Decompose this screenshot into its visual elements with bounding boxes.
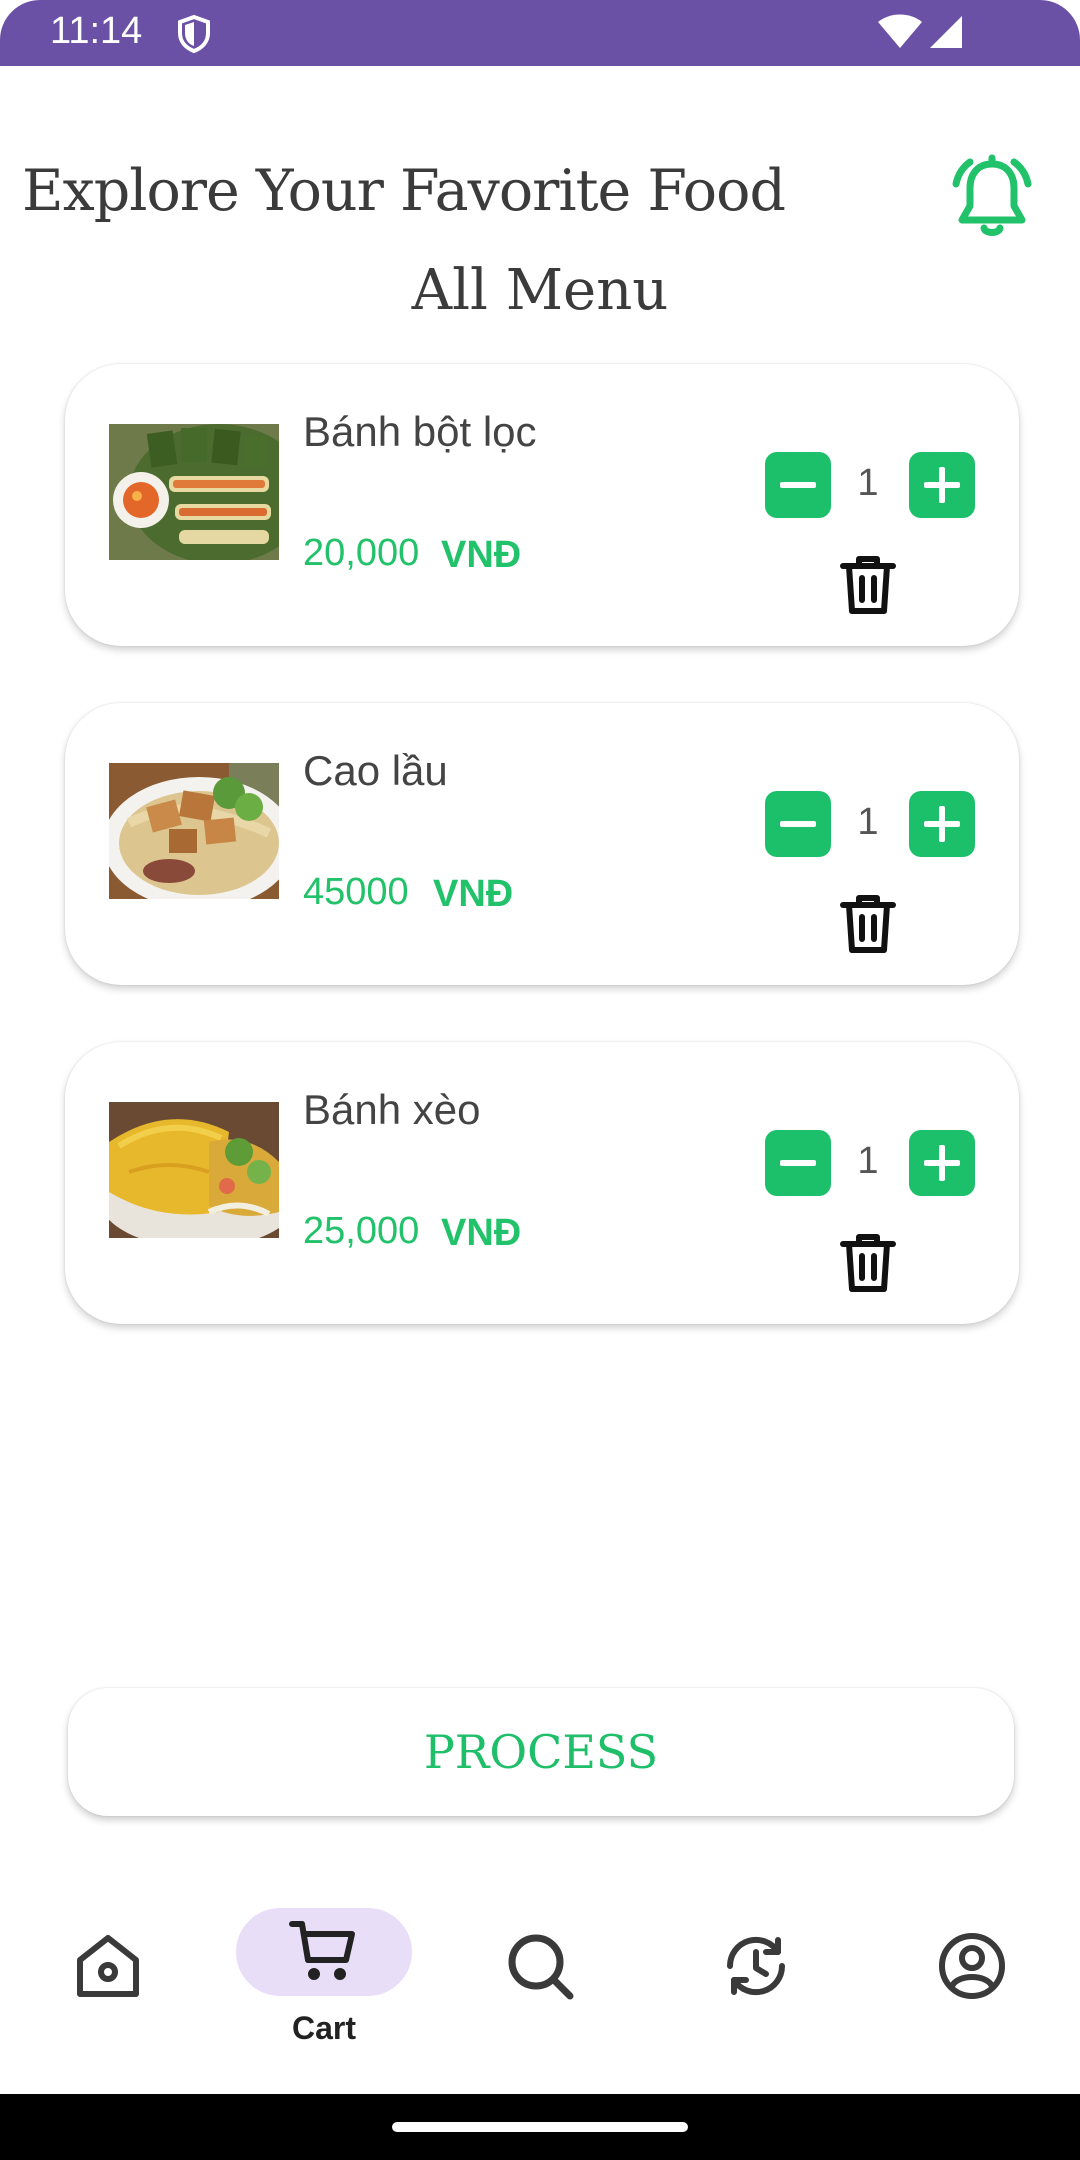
food-image: [109, 763, 279, 899]
food-name: Bánh bột lọc: [303, 408, 537, 455]
minus-icon: [780, 1160, 816, 1166]
food-price: 20,000: [303, 532, 420, 574]
nav-item-profile[interactable]: [924, 1910, 1020, 2020]
plus-icon: [924, 467, 960, 503]
cart-icon: [289, 1921, 355, 1980]
profile-icon: [939, 1933, 1005, 1999]
search-icon: [508, 1934, 574, 2000]
page-title: Explore Your Favorite Food: [22, 158, 786, 224]
process-button[interactable]: PROCESS: [68, 1688, 1014, 1816]
shield-icon: [178, 14, 210, 54]
minus-icon: [780, 821, 816, 827]
system-navigation-bar: [0, 2094, 1080, 2160]
section-title: All Menu: [411, 258, 669, 323]
wifi-icon: [878, 14, 922, 48]
history-icon: [726, 1936, 786, 1996]
increase-quantity-button[interactable]: [909, 1130, 975, 1196]
increase-quantity-button[interactable]: [909, 791, 975, 857]
nav-item-history[interactable]: [708, 1910, 804, 2020]
plus-icon: [924, 1145, 960, 1181]
quantity-value: 1: [857, 462, 879, 504]
food-image: [109, 1102, 279, 1238]
currency-label: VNĐ: [441, 534, 522, 576]
food-image: [109, 424, 279, 560]
minus-icon: [780, 482, 816, 488]
home-gesture-handle[interactable]: [392, 2122, 688, 2132]
decrease-quantity-button[interactable]: [765, 1130, 831, 1196]
quantity-value: 1: [857, 801, 879, 843]
home-icon: [77, 1935, 139, 1997]
status-time: 11:14: [50, 10, 143, 52]
currency-label: VNĐ: [441, 1212, 522, 1254]
cart-item-card: Cao lầu 45000 VNĐ 1: [65, 703, 1019, 985]
cart-item-card: Bánh bột lọc 20,000 VNĐ 1: [65, 364, 1019, 646]
food-price: 45000: [303, 871, 409, 913]
nav-item-search[interactable]: [492, 1910, 588, 2020]
status-bar: 11:14: [0, 0, 1080, 66]
bottom-navigation: Cart: [0, 1880, 1080, 2090]
trash-icon[interactable]: [839, 893, 897, 955]
food-price: 25,000: [303, 1210, 420, 1252]
currency-label: VNĐ: [433, 873, 514, 915]
quantity-value: 1: [857, 1140, 879, 1182]
decrease-quantity-button[interactable]: [765, 791, 831, 857]
decrease-quantity-button[interactable]: [765, 452, 831, 518]
plus-icon: [924, 806, 960, 842]
trash-icon[interactable]: [839, 1232, 897, 1294]
nav-item-home[interactable]: [60, 1910, 156, 2020]
signal-icon: [930, 16, 962, 48]
notification-bell-icon[interactable]: [944, 150, 1040, 246]
food-name: Bánh xèo: [303, 1086, 481, 1133]
cart-item-card: Bánh xèo 25,000 VNĐ 1: [65, 1042, 1019, 1324]
nav-label-cart: Cart: [291, 2010, 356, 2046]
increase-quantity-button[interactable]: [909, 452, 975, 518]
trash-icon[interactable]: [839, 554, 897, 616]
food-name: Cao lầu: [303, 747, 448, 794]
